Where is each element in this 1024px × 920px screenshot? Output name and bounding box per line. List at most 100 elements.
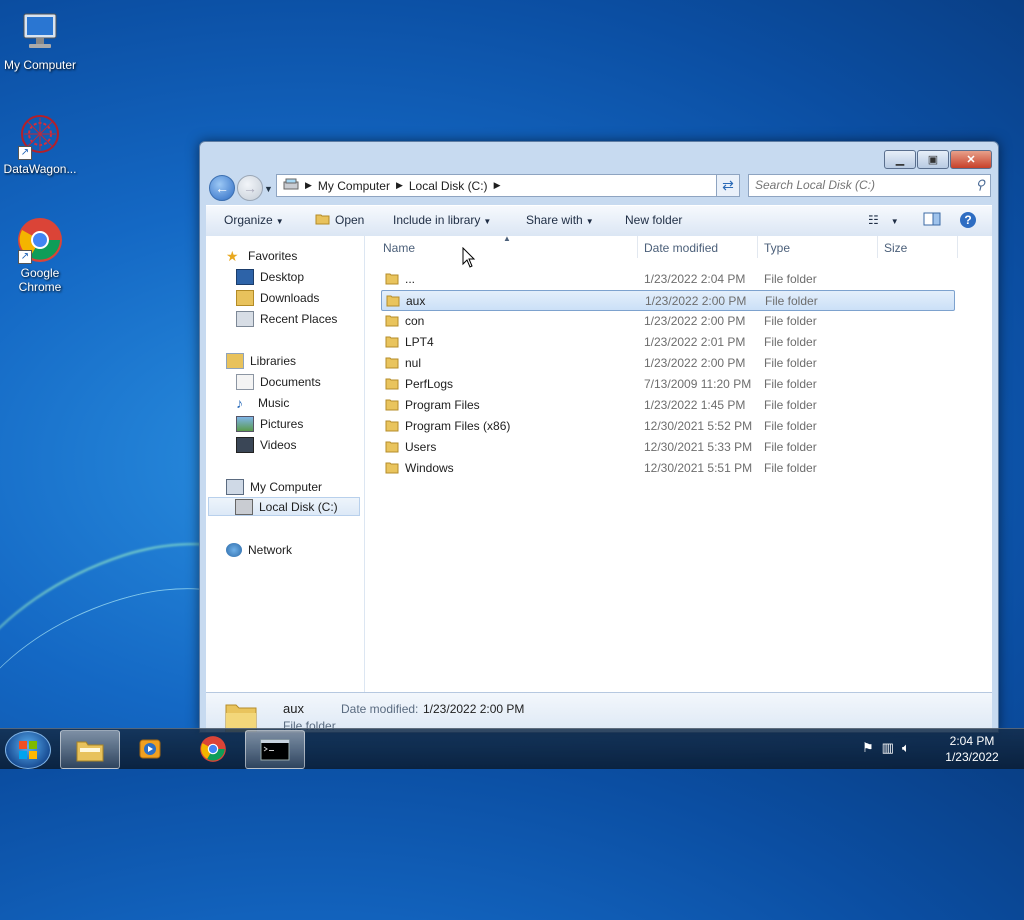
taskbar-explorer-button[interactable] — [60, 730, 120, 769]
file-row[interactable]: Program Files (x86) 12/30/2021 5:52 PM Fil… — [381, 416, 953, 435]
refresh-button[interactable]: ⇄ — [716, 174, 740, 197]
search-box[interactable]: ⚲ — [748, 174, 991, 197]
desktop-icon-datawagon[interactable]: ↗ DataWagon... — [0, 112, 80, 176]
nav-network[interactable]: Network — [226, 540, 292, 559]
folder-icon — [385, 315, 399, 327]
column-header-type[interactable]: Type — [764, 241, 790, 259]
column-header-name[interactable]: Name — [383, 241, 415, 259]
column-header-date[interactable]: Date modified — [644, 241, 718, 259]
details-date-label: Date modified: — [341, 702, 419, 716]
file-type: File folder — [764, 398, 817, 412]
details-name: aux — [283, 701, 304, 716]
file-row[interactable]: aux 1/23/2022 2:00 PM File folder — [381, 290, 955, 311]
nav-videos[interactable]: Videos — [236, 435, 296, 454]
maximize-button[interactable]: ▣ — [917, 150, 949, 169]
taskbar-media-player-button[interactable] — [121, 730, 179, 767]
search-icon[interactable]: ⚲ — [975, 177, 985, 193]
clock[interactable]: 2:04 PM 1/23/2022 — [930, 733, 1014, 765]
nav-desktop[interactable]: Desktop — [236, 267, 304, 286]
organize-button[interactable]: Organize ▼ — [224, 213, 284, 227]
file-name: aux — [406, 294, 426, 308]
network-status-icon[interactable]: ▥ — [882, 740, 894, 756]
mouse-cursor-icon — [462, 246, 476, 272]
forward-button[interactable]: → — [237, 175, 263, 201]
svg-text:?: ? — [964, 213, 971, 227]
help-icon: ? — [960, 212, 976, 228]
share-with-button[interactable]: Share with ▼ — [526, 213, 594, 227]
taskbar: ⚑ ▥ 🔈︎ 2:04 PM 1/23/2022 — [0, 728, 1024, 769]
file-row[interactable]: Users 12/30/2021 5:33 PM File folder — [381, 437, 953, 456]
folder-icon — [385, 462, 399, 474]
desktop-icon-my-computer[interactable]: My Computer — [0, 8, 80, 72]
minimize-button[interactable]: ▁ — [884, 150, 916, 169]
nav-documents[interactable]: Documents — [236, 372, 321, 391]
media-player-icon — [139, 739, 161, 758]
search-input[interactable] — [749, 175, 955, 194]
nav-local-disk[interactable]: Local Disk (C:) — [208, 497, 360, 516]
file-type: File folder — [764, 314, 817, 328]
details-pane: aux File folder Date modified: 1/23/2022… — [206, 692, 992, 732]
file-type: File folder — [764, 335, 817, 349]
file-list: Name ▲ Date modified Type Size ... 1/23/2… — [365, 234, 992, 692]
taskbar-chrome-button[interactable] — [184, 730, 242, 767]
clock-date: 1/23/2022 — [945, 750, 999, 764]
start-button[interactable] — [5, 731, 51, 769]
file-row[interactable]: nul 1/23/2022 2:00 PM File folder — [381, 353, 953, 372]
nav-libraries[interactable]: Libraries — [226, 351, 296, 370]
close-button[interactable]: ✕ — [950, 150, 992, 169]
breadcrumb-separator-icon[interactable]: ▶ — [305, 180, 312, 191]
file-date: 1/23/2022 1:45 PM — [644, 398, 746, 412]
back-button[interactable]: ← — [209, 175, 235, 201]
column-divider[interactable] — [877, 236, 878, 258]
file-row[interactable]: PerfLogs 7/13/2009 11:20 PM File folder — [381, 374, 953, 393]
new-folder-button[interactable]: New folder — [625, 213, 682, 227]
title-bar[interactable]: ▁ ▣ ✕ — [200, 142, 998, 169]
shortcut-arrow-icon: ↗ — [18, 146, 32, 160]
computer-icon — [226, 478, 244, 495]
navigation-pane: ★ Favorites Desktop Downloads Recent Plac… — [206, 236, 365, 692]
column-header-size[interactable]: Size — [884, 241, 907, 259]
breadcrumb-separator-icon[interactable]: ▶ — [396, 180, 403, 191]
file-date: 1/23/2022 2:00 PM — [644, 314, 746, 328]
file-row[interactable]: LPT4 1/23/2022 2:01 PM File folder — [381, 332, 953, 351]
address-bar[interactable]: ▶ My Computer ▶ Local Disk (C:) ▶ ▼ — [276, 174, 737, 197]
file-date: 12/30/2021 5:33 PM — [644, 440, 753, 454]
column-divider[interactable] — [957, 236, 958, 258]
view-options-button[interactable]: ☷ ▼ — [868, 213, 899, 227]
nav-downloads[interactable]: Downloads — [236, 288, 319, 307]
action-center-flag-icon[interactable]: ⚑ — [862, 740, 874, 756]
column-divider[interactable] — [757, 236, 758, 258]
downloads-folder-icon — [236, 289, 254, 306]
file-name: Program Files — [405, 398, 480, 412]
nav-favorites[interactable]: ★ Favorites — [226, 246, 297, 265]
breadcrumb-local-disk[interactable]: Local Disk (C:) — [409, 179, 488, 193]
volume-icon[interactable]: 🔈︎ — [902, 740, 910, 756]
windows-logo-icon — [19, 741, 37, 759]
preview-pane-button[interactable] — [923, 211, 941, 230]
explorer-folder-icon — [76, 741, 104, 761]
help-button[interactable]: ? — [959, 211, 977, 232]
nav-music[interactable]: ♪ Music — [236, 393, 289, 412]
file-type: File folder — [765, 294, 818, 308]
include-in-library-button[interactable]: Include in library ▼ — [393, 213, 491, 227]
folder-icon — [385, 441, 399, 453]
file-row[interactable]: Program Files 1/23/2022 1:45 PM File folde… — [381, 395, 953, 414]
desktop-icon-google-chrome[interactable]: ↗ Google Chrome — [0, 216, 80, 294]
file-date: 1/23/2022 2:00 PM — [644, 356, 746, 370]
file-row[interactable]: Windows 12/30/2021 5:51 PM File folder — [381, 458, 953, 477]
file-name: Windows — [405, 461, 454, 475]
desktop-icon-label: Google Chrome — [18, 266, 62, 294]
file-date: 1/23/2022 2:01 PM — [644, 335, 746, 349]
open-button[interactable]: Open — [335, 213, 364, 227]
taskbar-cmd-button[interactable] — [245, 730, 305, 769]
file-row[interactable]: con 1/23/2022 2:00 PM File folder — [381, 311, 953, 330]
nav-my-computer[interactable]: My Computer — [226, 477, 322, 496]
breadcrumb-my-computer[interactable]: My Computer — [318, 179, 390, 193]
column-divider[interactable] — [637, 236, 638, 258]
nav-recent-places[interactable]: Recent Places — [236, 309, 337, 328]
breadcrumb-separator-icon[interactable]: ▶ — [494, 180, 501, 191]
recent-pages-dropdown-icon[interactable]: ▼ — [264, 184, 273, 194]
network-icon — [226, 542, 242, 557]
nav-pictures[interactable]: Pictures — [236, 414, 303, 433]
folder-icon — [385, 399, 399, 411]
